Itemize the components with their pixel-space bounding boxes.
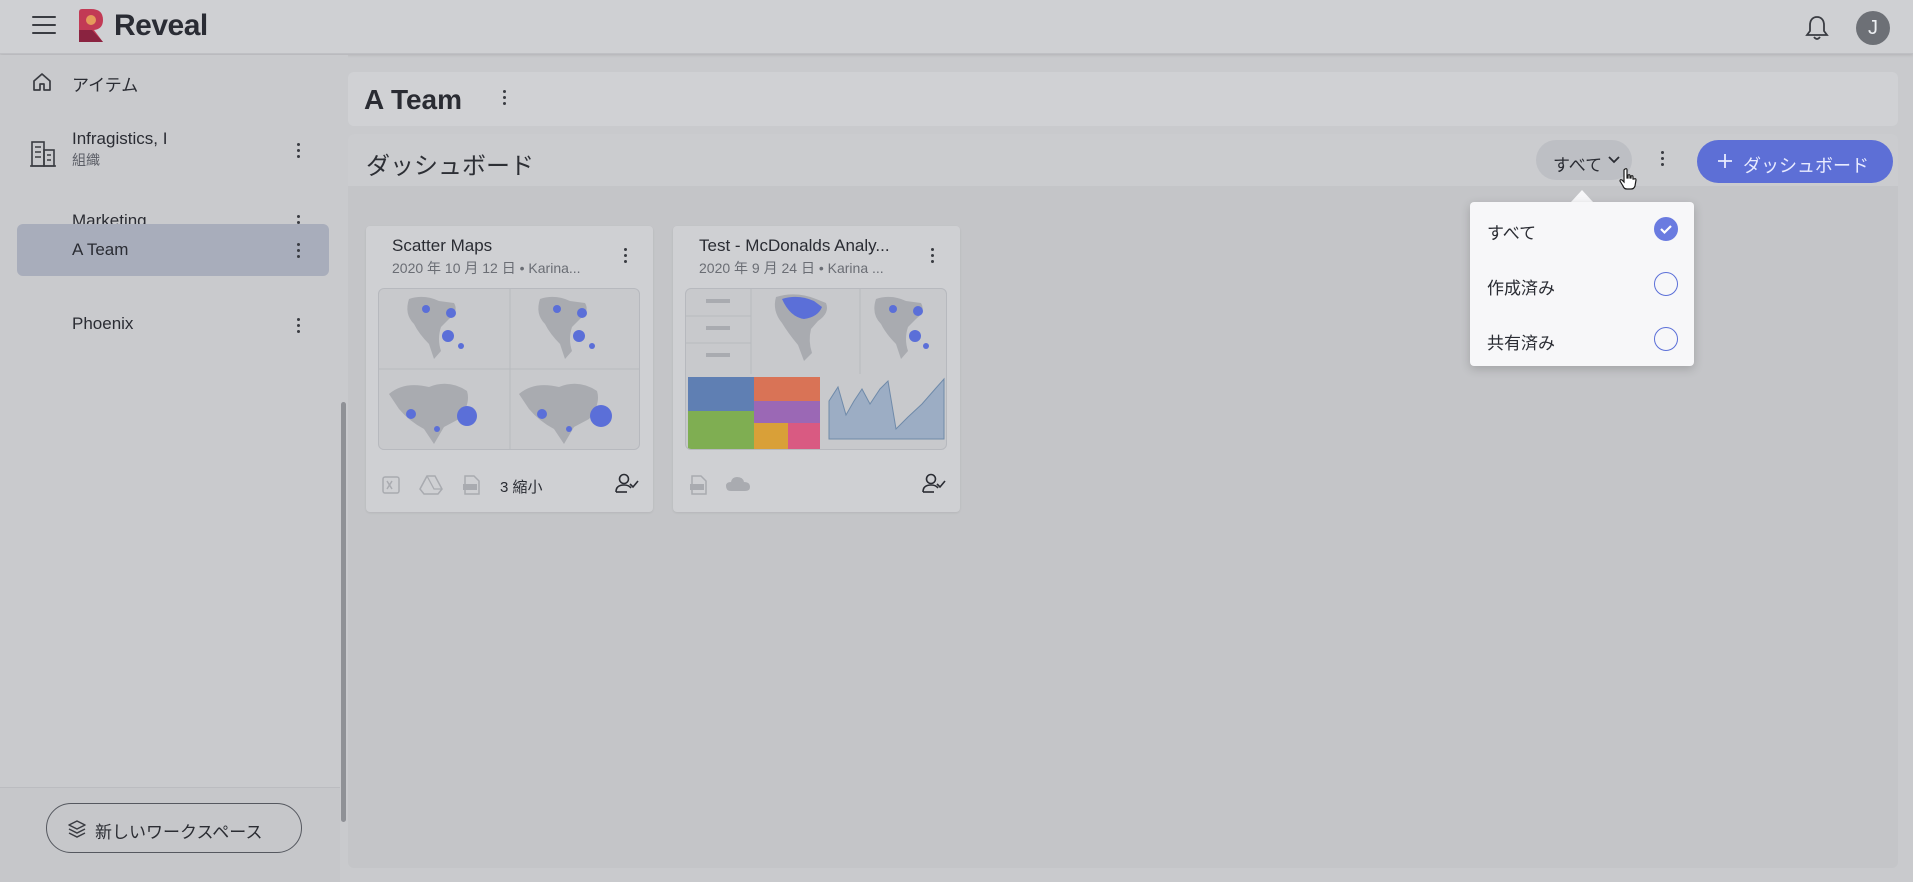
sidebar: アイテム Infragistics, I 組織 Marketing A Team… [0, 55, 348, 882]
bell-icon[interactable] [1804, 14, 1830, 42]
top-bar: Reveal J [0, 0, 1913, 54]
section-title: ダッシュボード [366, 153, 534, 180]
option-label: 作成済み [1487, 279, 1555, 298]
excel-icon [382, 476, 400, 494]
option-label: 共有済み [1487, 334, 1555, 353]
section-header: ダッシュボード すべて ダッシュボード [348, 134, 1898, 190]
page-title: A Team [364, 84, 463, 115]
csv-file-icon [690, 475, 707, 495]
sidebar-item-label: アイテム [72, 76, 139, 95]
filter-option-shared[interactable]: 共有済み [1470, 312, 1694, 366]
more-options-icon[interactable] [496, 86, 512, 112]
sidebar-item-infragistics[interactable]: Infragistics, I 組織 [17, 125, 329, 181]
radio-unchecked-icon[interactable] [1654, 327, 1678, 351]
layers-icon [68, 820, 86, 838]
card-subtitle: 2020 年 9 月 24 日 • Karina ... [699, 260, 884, 276]
reveal-logo-icon [79, 9, 103, 42]
more-options-icon[interactable] [924, 246, 940, 270]
dashboard-thumbnail [685, 288, 947, 450]
sidebar-item-label: Infragistics, I [72, 129, 168, 148]
radio-checked-icon[interactable] [1654, 217, 1678, 241]
brand-name: Reveal [114, 9, 208, 42]
sidebar-item-a-team[interactable]: A Team [17, 224, 329, 276]
new-workspace-label: 新しいワークスペース [95, 823, 263, 842]
option-label: すべて [1487, 224, 1537, 243]
add-dashboard-label: ダッシュボード [1743, 156, 1869, 176]
filter-dropdown-menu: すべて 作成済み 共有済み [1470, 202, 1694, 366]
more-options-icon[interactable] [1654, 147, 1670, 175]
radio-unchecked-icon[interactable] [1654, 272, 1678, 296]
filter-option-all[interactable]: すべて [1470, 202, 1694, 256]
home-icon [33, 73, 51, 91]
card-title: Test - McDonalds Analy... [699, 236, 890, 255]
shared-user-icon[interactable] [922, 472, 946, 494]
dashboard-card[interactable]: Scatter Maps 2020 年 10 月 12 日 • Karina..… [366, 226, 653, 512]
user-avatar[interactable]: J [1856, 11, 1890, 45]
new-workspace-button[interactable]: 新しいワークスペース [46, 803, 302, 853]
card-subtitle: 2020 年 10 月 12 日 • Karina... [392, 260, 581, 276]
sidebar-scrollbar[interactable] [341, 402, 346, 822]
csv-file-icon [463, 475, 480, 495]
google-drive-icon [419, 475, 443, 495]
plus-icon [1718, 154, 1732, 168]
menu-icon[interactable] [32, 16, 56, 36]
dashboard-thumbnail [378, 288, 640, 450]
card-title: Scatter Maps [392, 236, 493, 255]
sidebar-item-label: Phoenix [72, 314, 134, 333]
sidebar-item-phoenix[interactable]: Phoenix [17, 300, 329, 350]
filter-option-created[interactable]: 作成済み [1470, 257, 1694, 311]
sidebar-item-sublabel: 組織 [72, 152, 100, 168]
sidebar-item-label: A Team [72, 240, 129, 259]
filter-dropdown-button[interactable]: すべて [1536, 140, 1632, 180]
sidebar-item-items[interactable]: アイテム [17, 57, 329, 107]
page-header: A Team [348, 72, 1898, 126]
card-footer-text: 3 縮小 [500, 479, 543, 496]
more-options-icon[interactable] [290, 125, 306, 175]
shared-user-icon[interactable] [615, 472, 639, 494]
hand-cursor-icon [1619, 168, 1637, 190]
add-dashboard-button[interactable]: ダッシュボード [1697, 140, 1893, 183]
filter-label: すべて [1553, 156, 1603, 175]
more-options-icon[interactable] [290, 300, 306, 350]
building-icon [30, 141, 56, 167]
more-options-icon[interactable] [290, 224, 306, 274]
cloud-icon [726, 477, 750, 491]
dashboard-card[interactable]: Test - McDonalds Analy... 2020 年 9 月 24 … [673, 226, 960, 512]
chevron-down-icon [1608, 156, 1620, 164]
more-options-icon[interactable] [617, 246, 633, 270]
dropdown-caret [1571, 190, 1593, 202]
